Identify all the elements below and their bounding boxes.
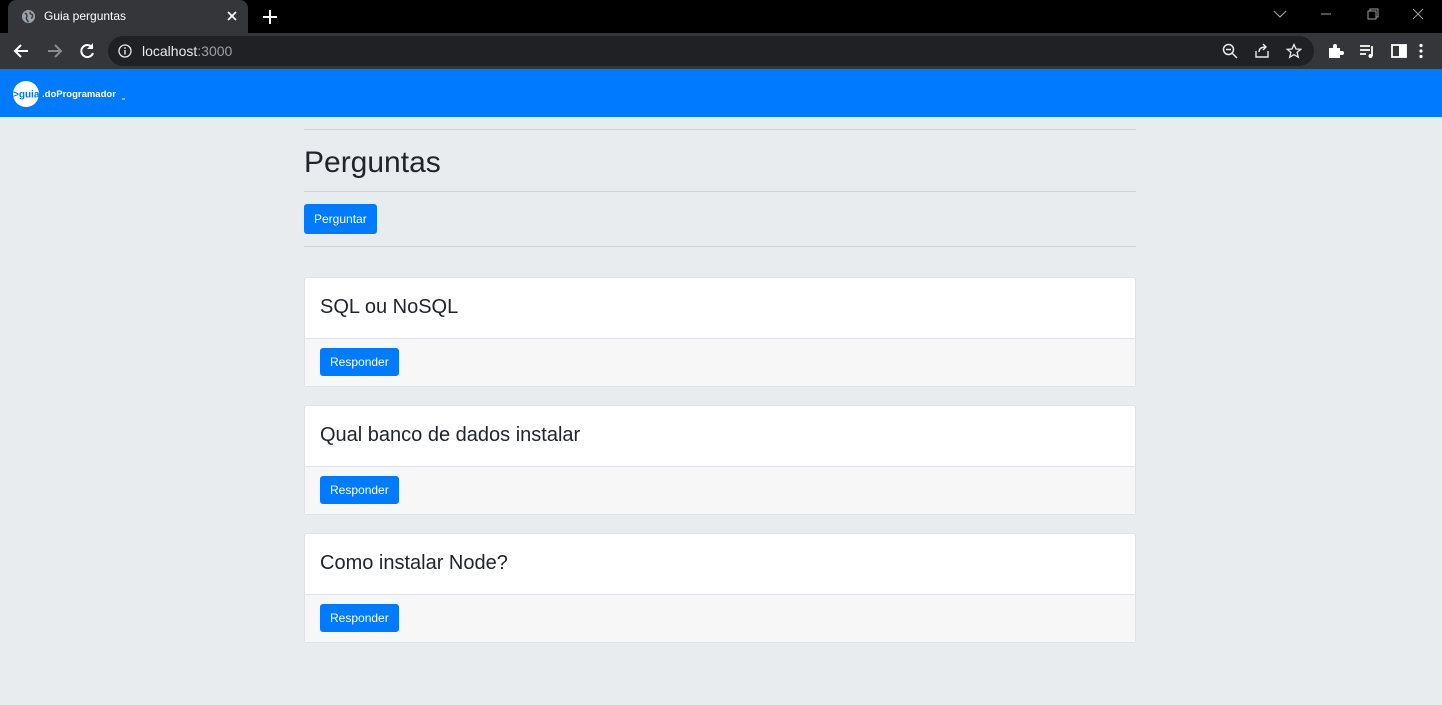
back-arrow-icon[interactable] xyxy=(12,41,32,61)
tab-search-chevron-icon[interactable] xyxy=(1270,6,1290,22)
question-list: SQL ou NoSQL Responder Qual banco de dados… xyxy=(304,277,1136,643)
extensions-puzzle-icon[interactable] xyxy=(1326,42,1344,60)
window-close-icon[interactable] xyxy=(1408,6,1428,22)
browser-toolbar: localhost:3000 xyxy=(0,33,1442,69)
reply-button[interactable]: Responder xyxy=(320,348,399,376)
site-logo[interactable]: >guia .doProgramador xyxy=(11,81,129,107)
question-card-footer: Responder xyxy=(305,467,1135,514)
question-title: SQL ou NoSQL xyxy=(320,296,459,318)
media-queue-icon[interactable] xyxy=(1358,42,1376,60)
reply-button[interactable]: Responder xyxy=(320,476,399,504)
forward-arrow-icon[interactable] xyxy=(44,41,64,61)
divider xyxy=(304,191,1136,192)
ask-question-button[interactable]: Perguntar xyxy=(304,204,377,234)
question-card: SQL ou NoSQL Responder xyxy=(304,277,1136,387)
question-card-header: Como instalar Node? xyxy=(305,534,1135,595)
question-title: Qual banco de dados instalar xyxy=(320,424,581,446)
new-tab-plus-icon[interactable] xyxy=(260,7,280,27)
zoom-icon[interactable] xyxy=(1222,43,1238,59)
close-icon[interactable] xyxy=(224,8,240,24)
page-title: Perguntas xyxy=(304,146,441,179)
reload-icon[interactable] xyxy=(77,41,97,61)
question-card-footer: Responder xyxy=(305,595,1135,642)
question-card: Como instalar Node? Responder xyxy=(304,533,1136,643)
svg-text:.doProgramador: .doProgramador xyxy=(42,89,116,100)
question-card-header: SQL ou NoSQL xyxy=(305,278,1135,339)
restore-icon[interactable] xyxy=(1362,6,1382,22)
browser-tabstrip: Guia perguntas xyxy=(0,0,1442,33)
svg-text:>guia: >guia xyxy=(13,90,40,101)
side-panel-icon[interactable] xyxy=(1390,42,1408,60)
star-icon[interactable] xyxy=(1286,43,1302,59)
main-container: Perguntas Perguntar SQL ou NoSQL Responde… xyxy=(304,117,1136,661)
question-card: Qual banco de dados instalar Responder xyxy=(304,405,1136,515)
divider xyxy=(304,246,1136,247)
question-card-footer: Responder xyxy=(305,339,1135,386)
question-title: Como instalar Node? xyxy=(320,552,508,574)
reply-button[interactable]: Responder xyxy=(320,604,399,632)
browser-tab[interactable]: Guia perguntas xyxy=(8,0,248,33)
share-icon[interactable] xyxy=(1254,43,1270,59)
url-text: localhost:3000 xyxy=(142,44,232,58)
question-card-header: Qual banco de dados instalar xyxy=(305,406,1135,467)
site-navbar: >guia .doProgramador xyxy=(0,69,1442,117)
address-bar[interactable]: localhost:3000 xyxy=(108,36,1314,66)
minimize-icon[interactable] xyxy=(1316,6,1336,22)
globe-icon xyxy=(21,9,36,24)
kebab-menu-icon[interactable] xyxy=(1412,42,1430,60)
url-host: localhost xyxy=(142,43,198,59)
url-port: :3000 xyxy=(197,43,233,59)
tab-title: Guia perguntas xyxy=(44,9,127,23)
info-icon[interactable] xyxy=(118,44,132,58)
